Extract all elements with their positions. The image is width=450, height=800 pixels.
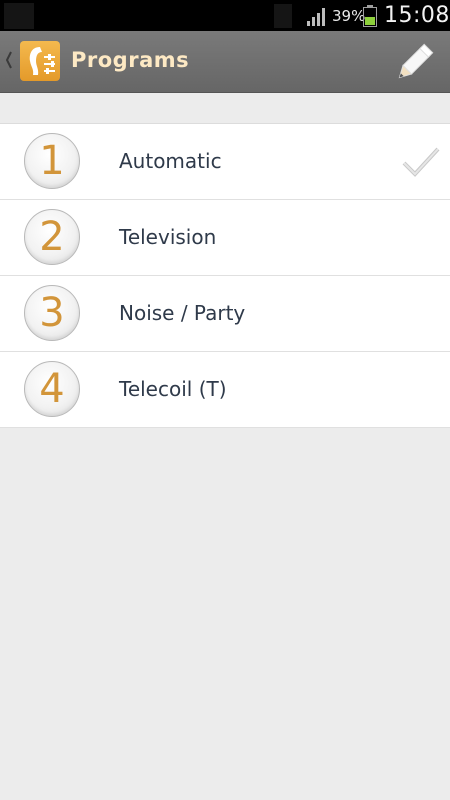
checkmark-icon (402, 147, 440, 177)
program-number: 4 (39, 366, 65, 412)
program-number: 1 (39, 138, 65, 184)
program-list: 1 Automatic 2 Television 3 Noise / Party… (0, 123, 450, 428)
notification-icon (4, 3, 34, 29)
signal-icon (307, 8, 325, 26)
program-label: Noise / Party (119, 301, 246, 325)
status-bar: 39% 15:08 (0, 0, 450, 31)
program-number-badge: 3 (24, 285, 80, 341)
program-label: Telecoil (T) (119, 377, 227, 401)
program-number-badge: 1 (24, 133, 80, 189)
program-number-badge: 2 (24, 209, 80, 265)
list-item-program-2[interactable]: 2 Television (0, 200, 450, 276)
program-label: Automatic (119, 149, 222, 173)
hearing-aid-app-icon[interactable] (20, 41, 60, 81)
battery-percent: 39% (332, 7, 366, 25)
notification-icon-2 (274, 4, 292, 28)
page-title: Programs (71, 48, 190, 72)
action-bar: Programs (0, 31, 450, 93)
list-item-program-4[interactable]: 4 Telecoil (T) (0, 352, 450, 428)
program-number: 2 (39, 214, 65, 260)
list-item-program-1[interactable]: 1 Automatic (0, 124, 450, 200)
chevron-left-icon[interactable] (5, 50, 13, 70)
edit-button[interactable] (390, 37, 440, 87)
program-number-badge: 4 (24, 361, 80, 417)
clock: 15:08 (384, 3, 450, 28)
list-item-program-3[interactable]: 3 Noise / Party (0, 276, 450, 352)
hearing-aid-icon (29, 47, 55, 75)
battery-icon (363, 5, 377, 27)
program-number: 3 (39, 290, 65, 336)
pencil-icon (398, 43, 434, 79)
program-label: Television (119, 225, 217, 249)
